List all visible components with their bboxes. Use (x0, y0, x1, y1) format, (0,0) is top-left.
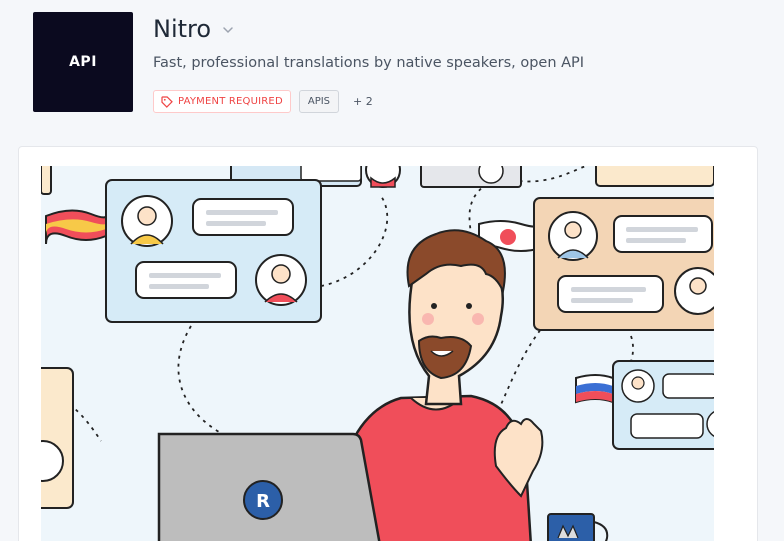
page-title: Nitro (153, 15, 212, 43)
logo-text: API (69, 54, 97, 70)
payment-badge-label: PAYMENT REQUIRED (178, 96, 283, 107)
page-description: Fast, professional translations by nativ… (153, 55, 585, 71)
tag-list: PAYMENT REQUIRED APIS + 2 (153, 90, 373, 113)
chevron-down-icon[interactable] (221, 22, 235, 36)
payment-badge[interactable]: PAYMENT REQUIRED (153, 90, 291, 113)
laptop-logo: R (256, 491, 270, 512)
price-tag-icon (161, 95, 173, 108)
hero-illustration: R (41, 166, 714, 541)
title-row: Nitro (153, 15, 235, 43)
more-tags-link[interactable]: + 2 (353, 95, 373, 108)
category-tag[interactable]: APIS (298, 90, 340, 113)
api-logo: API (33, 12, 133, 112)
